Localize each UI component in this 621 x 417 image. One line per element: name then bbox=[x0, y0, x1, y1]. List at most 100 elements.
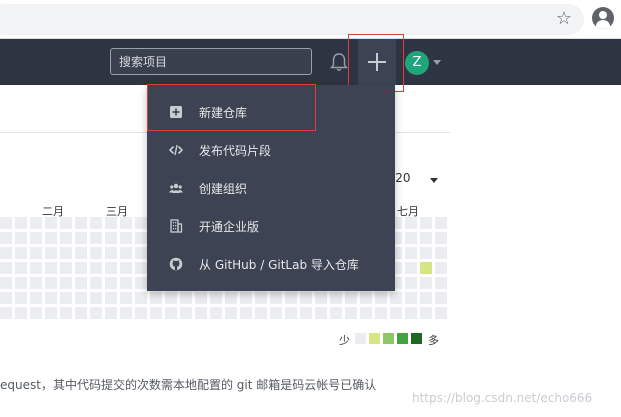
bell-icon[interactable] bbox=[328, 51, 350, 73]
heatmap-cell bbox=[30, 232, 42, 244]
heatmap-cell bbox=[105, 232, 117, 244]
avatar[interactable]: Z bbox=[405, 51, 429, 75]
menu-item-label: 创建组织 bbox=[199, 182, 248, 196]
heatmap-cell bbox=[105, 262, 117, 274]
star-icon[interactable]: ☆ bbox=[553, 8, 575, 30]
heatmap-cell bbox=[105, 277, 117, 289]
heatmap-cell bbox=[240, 292, 252, 304]
heatmap-cell bbox=[120, 307, 132, 319]
heatmap-cell bbox=[15, 292, 27, 304]
heatmap-cell bbox=[330, 307, 342, 319]
heatmap-cell bbox=[15, 307, 27, 319]
heatmap-cell bbox=[120, 262, 132, 274]
heatmap-cell bbox=[60, 217, 72, 229]
heatmap-cell bbox=[180, 307, 192, 319]
menu-item-label: 开通企业版 bbox=[199, 220, 260, 234]
heatmap-cell bbox=[75, 307, 87, 319]
users-icon bbox=[169, 183, 183, 193]
heatmap-cell bbox=[420, 292, 432, 304]
heatmap-cell bbox=[45, 247, 57, 259]
search-input[interactable] bbox=[110, 48, 312, 75]
heatmap-cell bbox=[75, 247, 87, 259]
heatmap-cell bbox=[195, 307, 207, 319]
plus-icon bbox=[368, 53, 386, 71]
heatmap-cell bbox=[30, 307, 42, 319]
chevron-down-icon[interactable] bbox=[433, 60, 441, 65]
menu-item-label: 从 GitHub / GitLab 导入仓库 bbox=[199, 258, 359, 272]
heatmap-cell bbox=[300, 292, 312, 304]
menu-item-publish-snippet[interactable]: 发布代码片段 bbox=[147, 131, 395, 169]
heatmap-cell bbox=[210, 307, 222, 319]
heatmap-cell bbox=[435, 247, 447, 259]
code-icon bbox=[169, 144, 183, 156]
heatmap-cell bbox=[45, 277, 57, 289]
heatmap-cell bbox=[45, 262, 57, 274]
heatmap-cell bbox=[435, 292, 447, 304]
legend-swatch bbox=[397, 333, 408, 344]
heatmap-cell bbox=[435, 232, 447, 244]
heatmap-cell bbox=[0, 292, 12, 304]
heatmap-cell bbox=[420, 307, 432, 319]
heatmap-cell bbox=[45, 292, 57, 304]
heatmap-cell bbox=[435, 307, 447, 319]
browser-toolbar: ☆ bbox=[0, 0, 621, 39]
legend-more-label: 多 bbox=[428, 334, 439, 347]
heatmap-cell bbox=[90, 217, 102, 229]
heatmap-cell bbox=[120, 232, 132, 244]
heatmap-cell bbox=[405, 307, 417, 319]
heatmap-cell bbox=[0, 277, 12, 289]
heatmap-cell bbox=[30, 292, 42, 304]
heatmap-cell bbox=[135, 217, 147, 229]
heatmap-cell bbox=[405, 247, 417, 259]
heatmap-cell bbox=[285, 307, 297, 319]
menu-item-create-org[interactable]: 创建组织 bbox=[147, 169, 395, 207]
heatmap-cell bbox=[120, 247, 132, 259]
heatmap-cell bbox=[120, 277, 132, 289]
heatmap-cell bbox=[45, 217, 57, 229]
heatmap-cell bbox=[105, 307, 117, 319]
heatmap-cell bbox=[405, 232, 417, 244]
heatmap-cell bbox=[255, 307, 267, 319]
heatmap-cell bbox=[225, 307, 237, 319]
heatmap-cell bbox=[30, 277, 42, 289]
site-header: Z bbox=[0, 39, 621, 85]
heatmap-cell bbox=[210, 292, 222, 304]
heatmap-cell bbox=[135, 262, 147, 274]
heatmap-cell bbox=[360, 307, 372, 319]
heatmap-cell bbox=[30, 247, 42, 259]
heatmap-cell bbox=[420, 262, 432, 274]
menu-item-import-repo[interactable]: 从 GitHub / GitLab 导入仓库 bbox=[147, 245, 395, 283]
heatmap-cell bbox=[180, 292, 192, 304]
heatmap-cell bbox=[165, 292, 177, 304]
heatmap-cell bbox=[420, 232, 432, 244]
menu-item-new-repo[interactable]: 新建仓库 bbox=[147, 93, 395, 131]
heatmap-cell bbox=[420, 217, 432, 229]
heatmap-cell bbox=[405, 217, 417, 229]
heatmap-cell bbox=[15, 247, 27, 259]
heatmap-cell bbox=[435, 262, 447, 274]
heatmap-cell bbox=[105, 217, 117, 229]
profile-icon[interactable] bbox=[592, 7, 614, 29]
heatmap-cell bbox=[30, 262, 42, 274]
address-bar[interactable] bbox=[0, 4, 584, 35]
create-dropdown-menu: 新建仓库 发布代码片段 创建组织 开通企业版 从 GitHub / GitLab… bbox=[147, 85, 395, 291]
heatmap-cell bbox=[405, 277, 417, 289]
heatmap-cell bbox=[105, 247, 117, 259]
heatmap-cell bbox=[345, 307, 357, 319]
heatmap-cell bbox=[30, 217, 42, 229]
github-icon bbox=[169, 257, 183, 271]
heatmap-cell bbox=[15, 232, 27, 244]
building-icon bbox=[170, 219, 183, 233]
heatmap-cell bbox=[90, 247, 102, 259]
heatmap-cell bbox=[75, 232, 87, 244]
heatmap-cell bbox=[375, 292, 387, 304]
heatmap-cell bbox=[60, 232, 72, 244]
create-new-button[interactable] bbox=[358, 39, 396, 85]
heatmap-cell bbox=[255, 292, 267, 304]
heatmap-cell bbox=[135, 292, 147, 304]
heatmap-cell bbox=[135, 277, 147, 289]
menu-item-enterprise[interactable]: 开通企业版 bbox=[147, 207, 395, 245]
heatmap-cell bbox=[90, 277, 102, 289]
heatmap-cell bbox=[45, 232, 57, 244]
chevron-down-icon[interactable] bbox=[430, 178, 438, 183]
